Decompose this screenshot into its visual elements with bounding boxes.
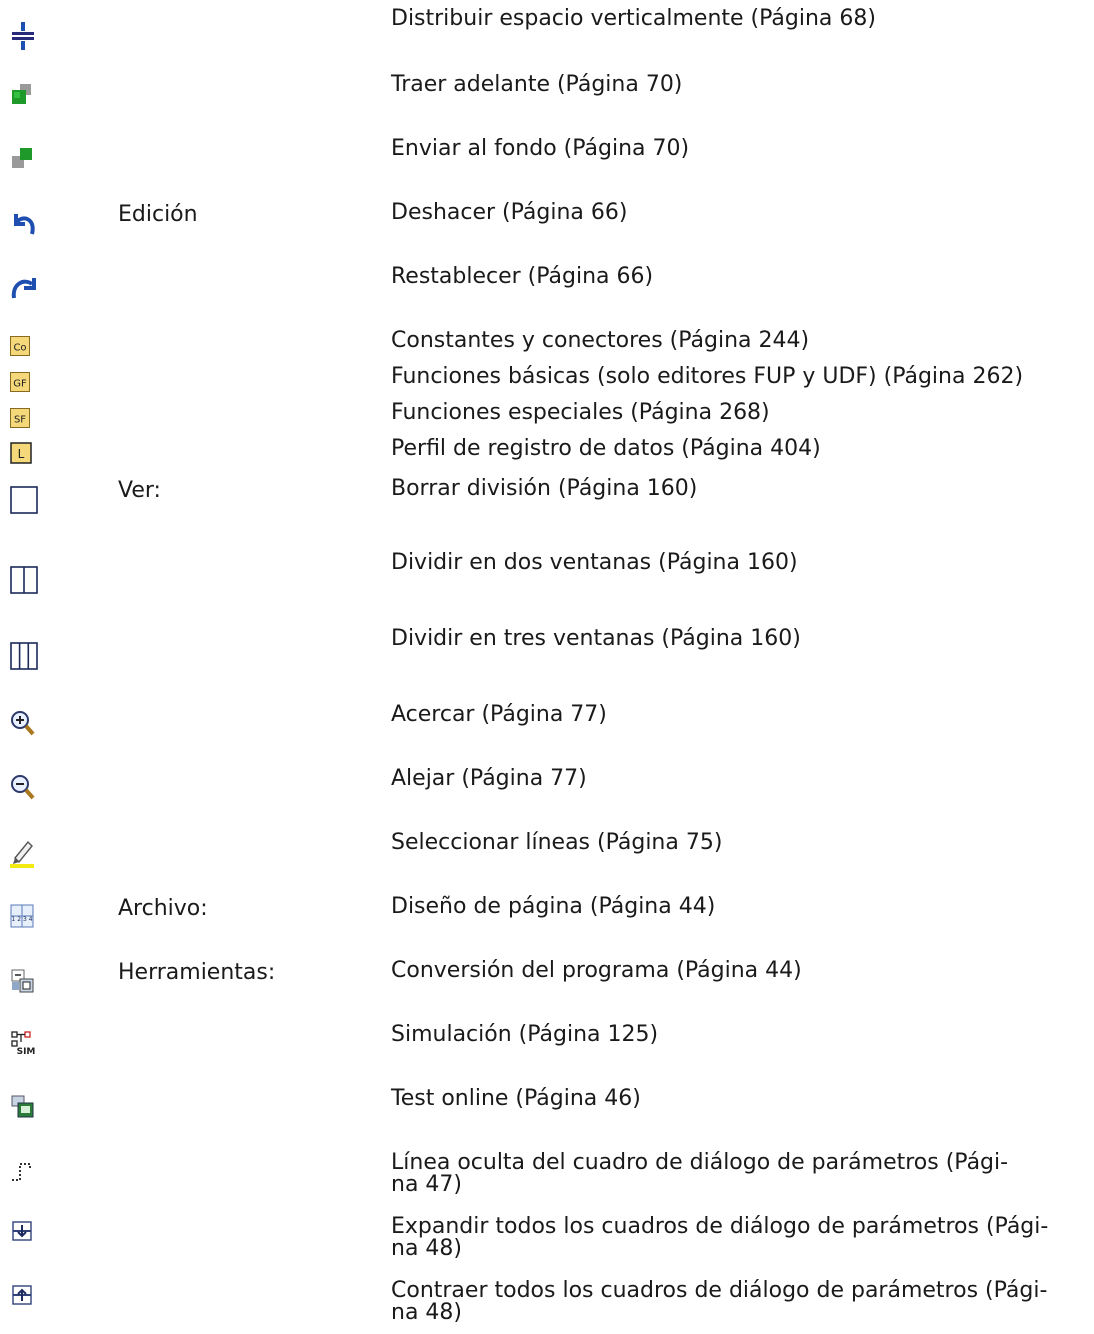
command-text: Expandir todos los cuadros de diálogo de… <box>391 1214 1049 1261</box>
gf-block-icon: GF <box>10 372 30 392</box>
svg-text:GF: GF <box>13 379 27 390</box>
command-text: Test online (Página 46) <box>391 1086 641 1111</box>
svg-text:SF: SF <box>14 415 26 426</box>
simulation-icon: SIM <box>10 1030 40 1056</box>
online-test-icon <box>10 1094 40 1120</box>
command-text: Seleccionar líneas (Página 75) <box>391 830 723 855</box>
command-text: Enviar al fondo (Página 70) <box>391 136 690 161</box>
command-text: Distribuir espacio verticalmente (Página… <box>391 6 876 31</box>
l-block-icon: L <box>10 442 32 464</box>
single-window-icon <box>10 486 40 514</box>
hidden-line-icon <box>10 1158 40 1184</box>
co-block-icon: Co <box>10 336 30 356</box>
command-text: Deshacer (Página 66) <box>391 200 628 225</box>
svg-text:L: L <box>18 447 25 461</box>
command-text: Funciones especiales (Página 268) <box>391 400 770 425</box>
program-conversion-icon <box>10 968 40 994</box>
select-lines-icon <box>10 836 40 868</box>
command-text: Línea oculta del cuadro de diálogo de pa… <box>391 1150 1009 1197</box>
command-text: Restablecer (Página 66) <box>391 264 654 289</box>
command-text: Dividir en dos ventanas (Página 160) <box>391 550 798 575</box>
redo-icon <box>10 274 40 300</box>
page-layout-icon: 1 2 3 4 <box>10 904 40 930</box>
command-text: Traer adelante (Página 70) <box>391 72 683 97</box>
command-text: Alejar (Página 77) <box>391 766 587 791</box>
menu-label: Archivo: <box>118 896 208 921</box>
menu-label: Edición <box>118 202 198 227</box>
svg-text:1 2 3 4: 1 2 3 4 <box>12 916 33 923</box>
split-two-icon <box>10 566 40 594</box>
send-to-back-icon <box>10 146 40 172</box>
sf-block-icon: SF <box>10 408 30 428</box>
command-text: Conversión del programa (Página 44) <box>391 958 802 983</box>
menu-label: Herramientas: <box>118 960 276 985</box>
command-text: Perfil de registro de datos (Página 404) <box>391 436 821 461</box>
menu-label: Ver: <box>118 478 161 503</box>
split-three-icon <box>10 642 40 670</box>
collapse-all-icon <box>10 1284 40 1310</box>
command-text: Acercar (Página 77) <box>391 702 607 727</box>
expand-all-icon <box>10 1220 40 1246</box>
zoom-in-icon <box>10 710 40 736</box>
command-text: Dividir en tres ventanas (Página 160) <box>391 626 801 651</box>
command-text: Simulación (Página 125) <box>391 1022 659 1047</box>
command-text: Constantes y conectores (Página 244) <box>391 328 810 353</box>
zoom-out-icon <box>10 774 40 800</box>
svg-text:SIM: SIM <box>17 1047 36 1056</box>
svg-text:Co: Co <box>13 343 26 354</box>
distribute-vertical-icon <box>10 22 40 50</box>
undo-icon <box>10 210 40 236</box>
command-text: Diseño de página (Página 44) <box>391 894 716 919</box>
command-text: Contraer todos los cuadros de diálogo de… <box>391 1278 1048 1325</box>
bring-forward-icon <box>10 82 40 108</box>
command-text: Funciones básicas (solo editores FUP y U… <box>391 364 1024 389</box>
command-text: Borrar división (Página 160) <box>391 476 698 501</box>
